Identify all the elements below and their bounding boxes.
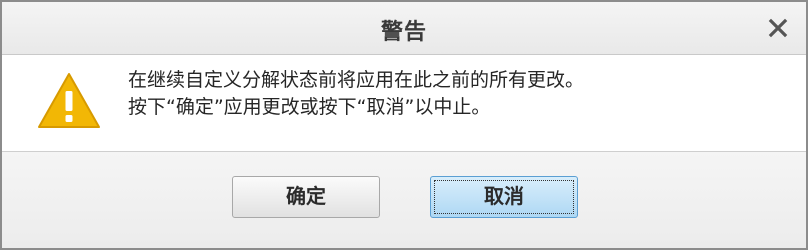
message-line-2: 按下“确定”应用更改或按下“取消”以中止。 <box>128 96 491 118</box>
close-button[interactable] <box>766 16 790 40</box>
dialog-title: 警告 <box>380 20 427 45</box>
close-icon <box>766 16 790 40</box>
message-line-1: 在继续自定义分解状态前将应用在此之前的所有更改。 <box>128 69 585 91</box>
ok-button[interactable]: 确定 <box>232 176 380 218</box>
dialog-content: 在继续自定义分解状态前将应用在此之前的所有更改。 按下“确定”应用更改或按下“取… <box>2 55 806 151</box>
ok-button-label: 确定 <box>286 184 326 208</box>
dialog-titlebar: 警告 <box>2 2 806 55</box>
warning-dialog: 警告 在继续自定义分解状态前将应用在此之前的所有更改。 按下“确定”应用更改或按… <box>0 0 808 250</box>
cancel-button-label: 取消 <box>484 184 524 208</box>
dialog-footer: 确定 取消 <box>2 152 806 248</box>
cancel-button[interactable]: 取消 <box>430 176 578 218</box>
dialog-message: 在继续自定义分解状态前将应用在此之前的所有更改。 按下“确定”应用更改或按下“取… <box>128 67 788 121</box>
warning-triangle-icon <box>36 71 102 131</box>
